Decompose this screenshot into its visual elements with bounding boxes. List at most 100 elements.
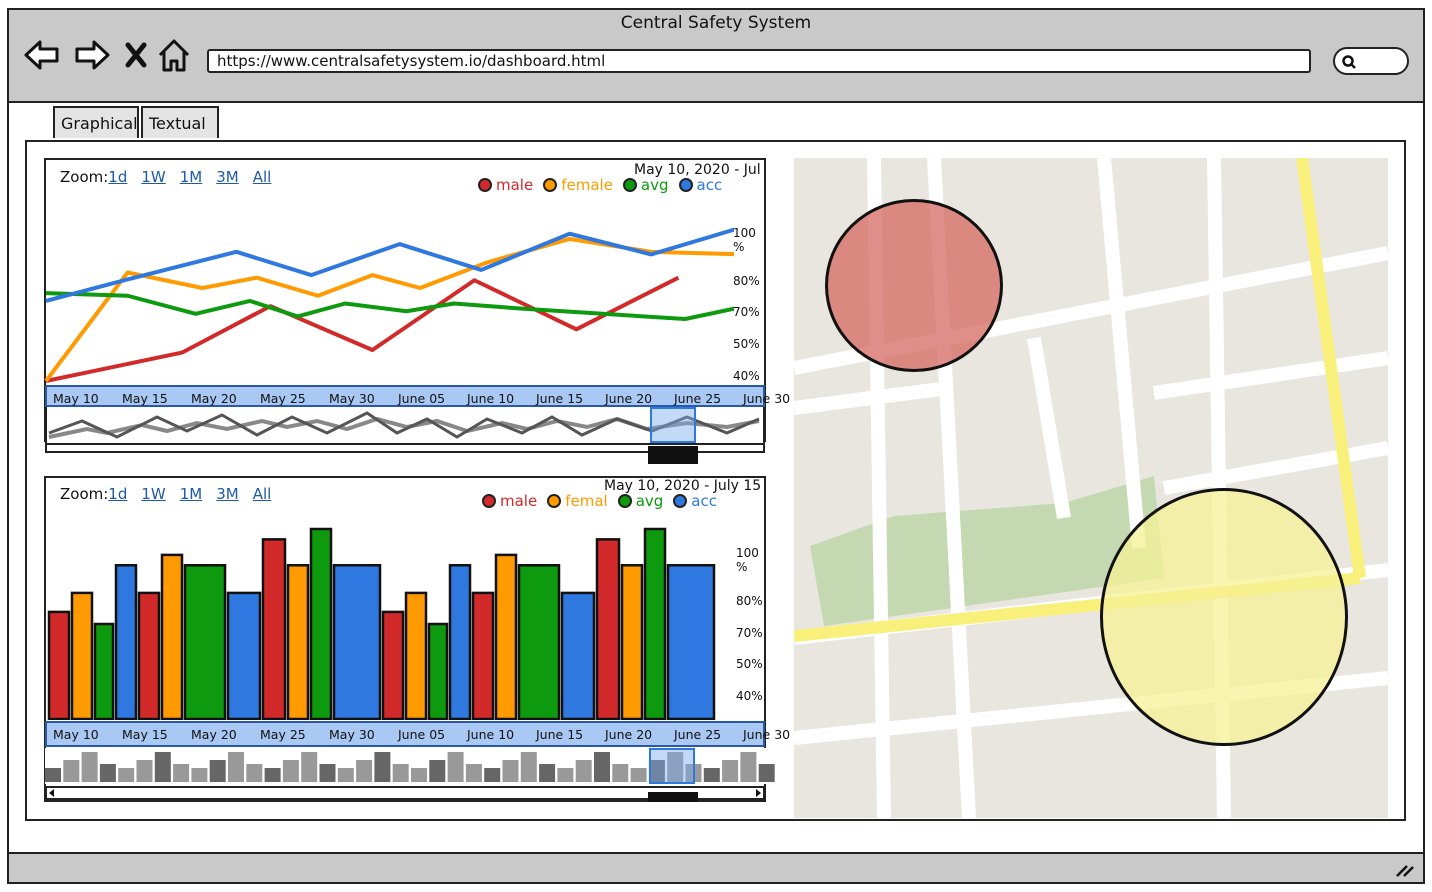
x-tick: June 20 [605,391,653,406]
arrow-left-icon [24,40,59,70]
y-tick: 50% [736,657,763,671]
legend-female[interactable]: female [543,176,613,194]
legend-dot [547,494,562,508]
forward-button[interactable] [72,36,112,74]
zoom-1d[interactable]: 1d [108,485,127,503]
navigator-bar [612,764,629,782]
incident-zone-yellow[interactable] [1100,488,1348,746]
bar-female[interactable] [286,564,310,720]
zoom-all[interactable]: All [253,168,272,186]
bar-scroll-thumb[interactable] [648,792,698,802]
legend-label: male [496,176,534,194]
bar-female[interactable] [494,553,518,720]
window-title: Central Safety System [620,13,812,33]
navigator-bar [209,760,226,782]
legend-label: avg [640,176,669,194]
tab-textual[interactable]: Textual [141,106,219,138]
stop-button[interactable] [116,36,156,74]
bar-acc[interactable] [560,591,596,720]
bar-acc[interactable] [114,564,138,720]
legend-dot [482,494,496,508]
line-navigator[interactable] [45,407,765,445]
bar-male[interactable] [595,538,621,720]
status-bar [7,852,1425,884]
legend-acc[interactable]: acc [678,176,722,194]
line-zoom-controls: Zoom:1d 1W 1M 3M All [60,168,271,186]
bar-avg[interactable] [427,622,449,720]
zoom-3m[interactable]: 3M [216,168,239,186]
bar-avg[interactable] [643,527,667,720]
x-tick: May 20 [191,727,237,742]
series-line-acc[interactable] [45,226,734,303]
bar-male[interactable] [261,538,287,720]
bar-acc[interactable] [666,564,716,720]
navigator-bar [99,764,116,782]
legend-dot [622,178,637,192]
legend-label: male [500,492,538,510]
bar-male[interactable] [471,591,495,720]
zoom-1w[interactable]: 1W [141,485,165,503]
bar-avg[interactable] [309,527,333,720]
y-tick: 70% [733,305,760,319]
navigator-bar [154,752,171,782]
bar-male[interactable] [47,610,71,720]
map-view[interactable] [794,158,1388,818]
navigator-bar [173,764,190,782]
bar-chart-plot [47,527,716,720]
url-field[interactable]: https://www.centralsafetysystem.io/dashb… [207,49,1311,73]
zoom-1d[interactable]: 1d [108,168,127,186]
bar-acc[interactable] [226,591,262,720]
navigator-selection[interactable] [650,407,696,443]
zoom-3m[interactable]: 3M [216,485,239,503]
x-tick: June 25 [674,391,722,406]
navigator-bar [118,768,135,782]
bar-acc[interactable] [448,564,472,720]
bar-male[interactable] [381,610,405,720]
bar-female[interactable] [404,591,428,720]
navigator-bar [374,752,391,782]
bar-acc[interactable] [332,564,382,720]
x-tick: June 20 [605,727,653,742]
zoom-1m[interactable]: 1M [180,485,203,503]
bar-female[interactable] [70,591,94,720]
bar-avg[interactable] [93,622,115,720]
bar-navigator[interactable] [45,748,777,784]
back-button[interactable] [22,36,62,74]
navigator-bar [228,752,244,782]
series-line-avg[interactable] [45,291,734,321]
bar-legend: male femal avg acc [482,492,717,510]
navigator-selection[interactable] [649,748,695,784]
navigator-bar [264,768,281,782]
scroll-right-icon[interactable] [753,788,763,798]
legend-acc[interactable]: acc [673,492,717,510]
x-tick: June 10 [467,391,515,406]
navigator-bar [63,760,80,782]
navigator-bar [429,760,446,782]
navigator-bar [392,764,409,782]
x-tick: May 30 [329,727,375,742]
zoom-1m[interactable]: 1M [180,168,203,186]
bar-female[interactable] [160,553,184,720]
bar-avg[interactable] [517,564,561,720]
bar-female[interactable] [620,564,644,720]
line-scroll-thumb[interactable] [648,446,698,464]
home-button[interactable] [154,36,194,74]
zoom-all[interactable]: All [253,485,272,503]
bar-avg[interactable] [183,564,227,720]
x-tick: May 10 [53,391,99,406]
tab-graphical[interactable]: Graphical [53,106,139,138]
zoom-1w[interactable]: 1W [141,168,165,186]
x-tick: May 15 [122,391,168,406]
legend-male[interactable]: male [478,176,533,194]
legend-avg[interactable]: avg [622,176,669,194]
scroll-left-icon[interactable] [47,788,57,798]
search-field[interactable] [1333,47,1409,75]
legend-female[interactable]: femal [547,492,608,510]
incident-zone-red[interactable] [825,199,1003,372]
bar-male[interactable] [137,591,161,720]
resize-grip-icon[interactable] [1395,864,1415,878]
series-line-male[interactable] [45,275,680,383]
legend-avg[interactable]: avg [617,492,663,510]
navigator-bar [45,768,61,782]
legend-male[interactable]: male [482,492,537,510]
